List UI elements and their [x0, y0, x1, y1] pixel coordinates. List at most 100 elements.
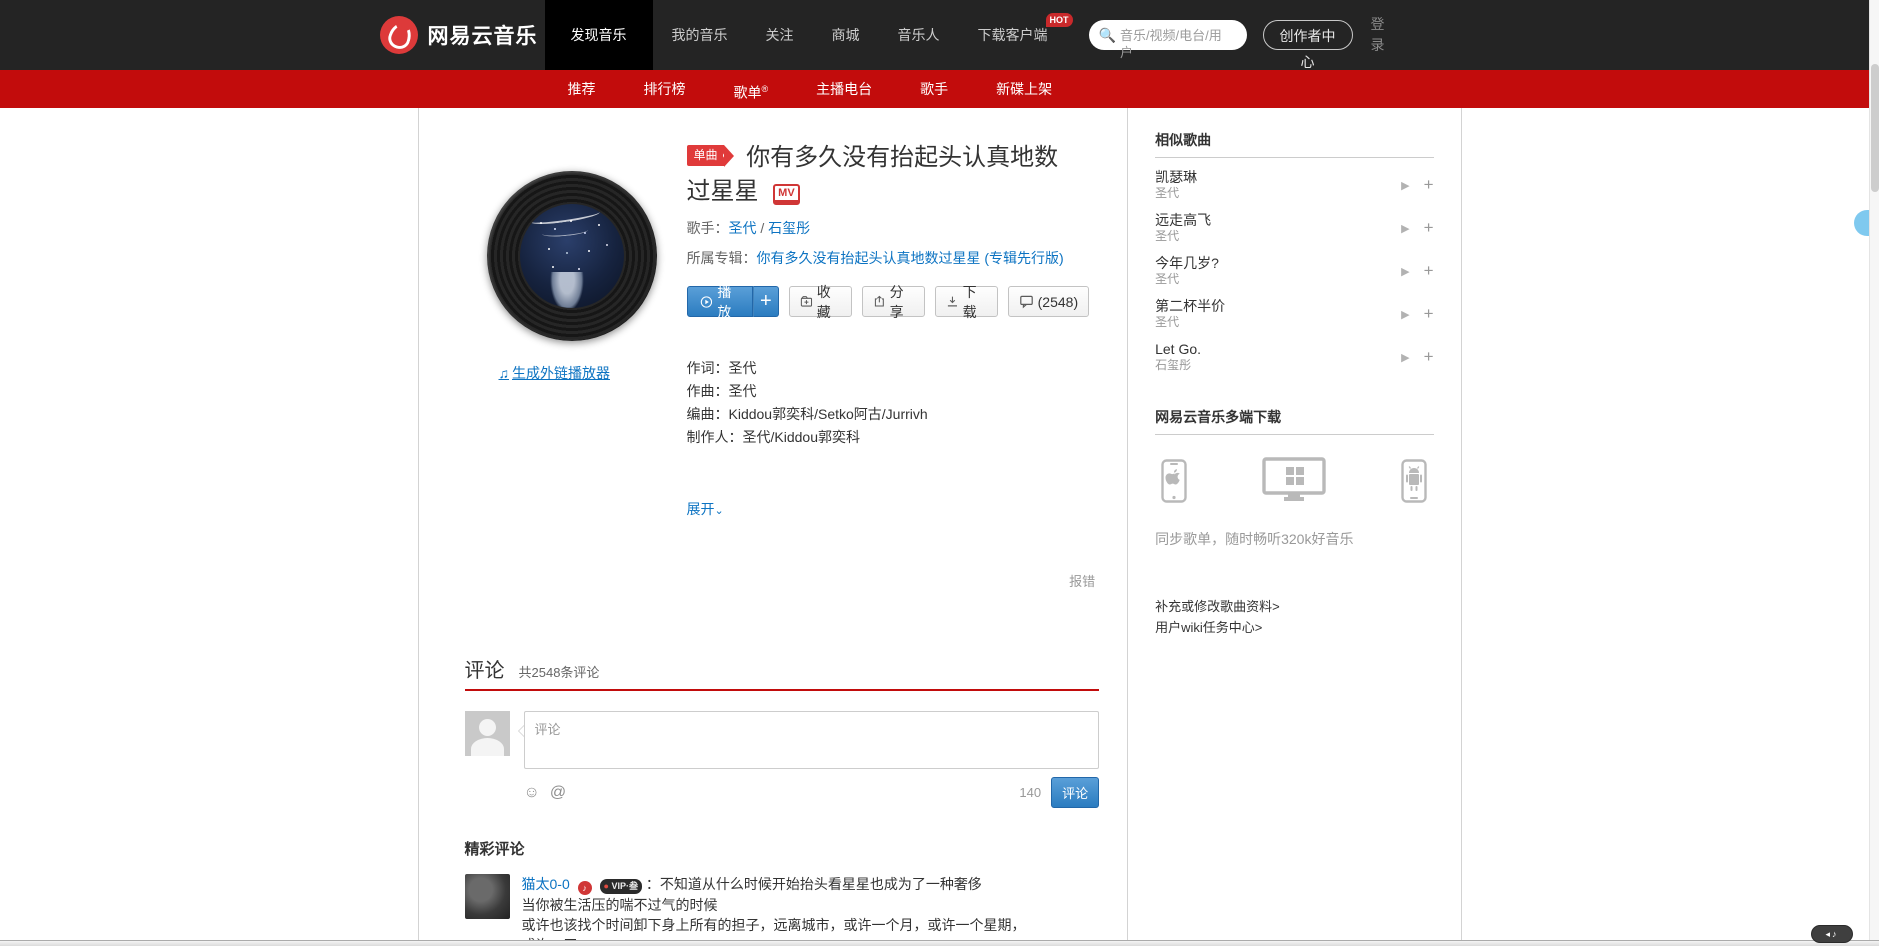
download-button[interactable]: 下载 [934, 284, 998, 320]
registered-mark: ® [761, 84, 769, 94]
report-error-link[interactable]: 报错 [1069, 574, 1095, 589]
comment-count-button[interactable]: (2548) [1007, 286, 1090, 317]
credit-arranger: 编曲：Kiddou郭奕科/Setko阿古/Jurrivh [686, 406, 928, 422]
secondary-navbar: 推荐 排行榜 歌单® 主播电台 歌手 新碟上架 [0, 63, 1879, 108]
wiki-task-center-link[interactable]: 用户wiki任务中心> [1155, 617, 1433, 638]
similar-play-icon[interactable]: ▶ [1401, 265, 1409, 278]
similar-play-icon[interactable]: ▶ [1401, 308, 1409, 321]
similar-song-artist[interactable]: 圣代 [1155, 272, 1393, 287]
similar-song-row: 今年几岁? 圣代 ▶ + [1155, 255, 1433, 287]
nav-tab-store[interactable]: 商城 [813, 0, 879, 70]
player-expand-button[interactable]: ◂♪ [1811, 925, 1853, 943]
commenter-username[interactable]: 猫太0-0 [522, 876, 570, 892]
favorite-label: 收藏 [816, 283, 831, 320]
download-label: 下载 [962, 283, 977, 320]
commenter-avatar[interactable] [464, 874, 510, 919]
mv-badge[interactable]: MV [773, 184, 800, 205]
credit-producer: 制作人：圣代/Kiddou郭奕科 [686, 429, 860, 445]
sidebar: 相似歌曲 凯瑟琳 圣代 ▶ + 远走高飞 圣代 ▶ + 今年几岁? 圣代 ▶ + [1127, 108, 1460, 946]
mention-at-icon[interactable]: @ [550, 783, 566, 803]
comment-bubble-icon [1019, 295, 1033, 309]
hot-comments-title: 精彩评论 [464, 841, 525, 858]
credit-composer: 作曲：圣代 [686, 383, 757, 399]
char-counter: 140 [1019, 785, 1042, 800]
similar-play-icon[interactable]: ▶ [1401, 351, 1409, 364]
song-title: 你有多久没有抬起头认真地数过星星 [686, 144, 1059, 205]
primary-nav: 发现音乐 我的音乐 关注 商城 音乐人 下载客户端 HOT [544, 0, 1073, 70]
favorite-button[interactable]: 收藏 [788, 284, 852, 320]
comment-item: 猫太0-0 ♪ ● VIP·叁 ：不知道从什么时候开始抬头看星星也成为了一种奢侈… [464, 874, 1100, 946]
login-link[interactable]: 登录 [1371, 14, 1387, 70]
album-line: 所属专辑：你有多久没有抬起头认真地数过星星 (专辑先行版) [687, 248, 1087, 269]
artist-link-2[interactable]: 石玺彤 [768, 220, 810, 236]
credit-lyricist: 作词：圣代 [686, 360, 757, 376]
feedback-tab[interactable] [1854, 210, 1869, 236]
similar-song-title[interactable]: 第二杯半价 [1155, 298, 1393, 315]
share-button[interactable]: 分享 [861, 284, 925, 320]
subnav-playlist[interactable]: 歌单® [734, 70, 769, 112]
search-input[interactable]: 🔍 音乐/视频/电台/用户 [1088, 20, 1247, 60]
musician-badge-icon: ♪ [577, 881, 592, 895]
download-caption: 同步歌单，随时畅听320k好音乐 [1155, 531, 1354, 547]
nav-tab-follow[interactable]: 关注 [747, 0, 813, 70]
subnav-new-album[interactable]: 新碟上架 [996, 70, 1052, 112]
search-placeholder: 音乐/视频/电台/用户 [1119, 28, 1222, 60]
similar-add-icon[interactable]: + [1424, 305, 1434, 322]
page-scrollbar[interactable] [1869, 0, 1879, 946]
netease-logo-icon [379, 16, 418, 54]
content-area: ♫ 生成外链播放器 单曲 你有多久没有抬起头认真地数过星星 MV 歌手：圣代 / … [417, 108, 1462, 946]
comment-submit-button[interactable]: 评论 [1051, 777, 1100, 808]
similar-play-icon[interactable]: ▶ [1401, 179, 1409, 192]
nav-tab-discover[interactable]: 发现音乐 [544, 0, 653, 70]
album-art-image [519, 204, 624, 308]
top-navbar: 网易云音乐 发现音乐 我的音乐 关注 商城 音乐人 下载客户端 HOT 🔍 音乐… [0, 0, 1879, 70]
nav-tab-download-client[interactable]: 下载客户端 HOT [959, 0, 1073, 70]
similar-song-title[interactable]: 今年几岁? [1155, 255, 1393, 272]
windows-pc-icon[interactable] [1262, 457, 1326, 503]
nav-tab-musician[interactable]: 音乐人 [879, 0, 959, 70]
play-circle-icon [700, 295, 712, 308]
edit-song-info-link[interactable]: 补充或修改歌曲资料> [1155, 596, 1433, 617]
expand-link[interactable]: 展开⌄ [687, 499, 1100, 519]
artist-label: 歌手： [686, 220, 729, 236]
brand-logo-link[interactable]: 网易云音乐 [379, 0, 545, 70]
platform-icons [1155, 457, 1433, 503]
emoji-icon[interactable]: ☺ [524, 783, 540, 803]
collapsed-player-bar[interactable] [0, 940, 1879, 946]
iphone-icon[interactable] [1161, 459, 1187, 503]
similar-song-title[interactable]: 凯瑟琳 [1155, 169, 1393, 186]
subnav-recommend[interactable]: 推荐 [568, 70, 596, 112]
scrollbar-thumb[interactable] [1871, 64, 1879, 192]
similar-add-icon[interactable]: + [1424, 219, 1434, 236]
share-icon [874, 295, 884, 307]
subnav-artist[interactable]: 歌手 [920, 70, 948, 112]
similar-song-artist[interactable]: 圣代 [1155, 315, 1393, 330]
similar-play-icon[interactable]: ▶ [1401, 222, 1409, 235]
similar-song-row: Let Go. 石玺彤 ▶ + [1155, 341, 1433, 373]
external-player-link[interactable]: ♫ 生成外链播放器 [499, 363, 687, 383]
android-phone-icon[interactable] [1401, 459, 1428, 503]
similar-song-artist[interactable]: 石玺彤 [1155, 358, 1393, 373]
similar-add-icon[interactable]: + [1424, 348, 1434, 365]
play-button[interactable]: 播放 [686, 284, 753, 320]
album-art [486, 171, 657, 341]
search-icon: 🔍 [1098, 27, 1116, 43]
similar-song-title[interactable]: Let Go. [1155, 341, 1393, 358]
similar-song-row: 凯瑟琳 圣代 ▶ + [1155, 169, 1433, 201]
comments-total: 共2548条评论 [518, 665, 600, 680]
similar-add-icon[interactable]: + [1424, 262, 1434, 279]
subnav-rank[interactable]: 排行榜 [644, 70, 686, 112]
similar-song-artist[interactable]: 圣代 [1155, 186, 1393, 201]
subnav-radio[interactable]: 主播电台 [816, 70, 872, 112]
similar-song-title[interactable]: 远走高飞 [1155, 212, 1393, 229]
album-link[interactable]: 你有多久没有抬起头认真地数过星星 (专辑先行版) [757, 250, 1064, 266]
similar-song-artist[interactable]: 圣代 [1155, 229, 1393, 244]
artist-link-1[interactable]: 圣代 [729, 220, 757, 236]
share-label: 分享 [889, 283, 904, 320]
nav-tab-my-music[interactable]: 我的音乐 [653, 0, 747, 70]
similar-add-icon[interactable]: + [1424, 176, 1434, 193]
add-to-playlist-button[interactable]: + [752, 286, 779, 317]
multi-platform-header: 网易云音乐多端下载 [1155, 407, 1434, 435]
comment-input[interactable]: 评论 [523, 711, 1100, 769]
creator-center-button[interactable]: 创作者中心 [1262, 20, 1353, 70]
